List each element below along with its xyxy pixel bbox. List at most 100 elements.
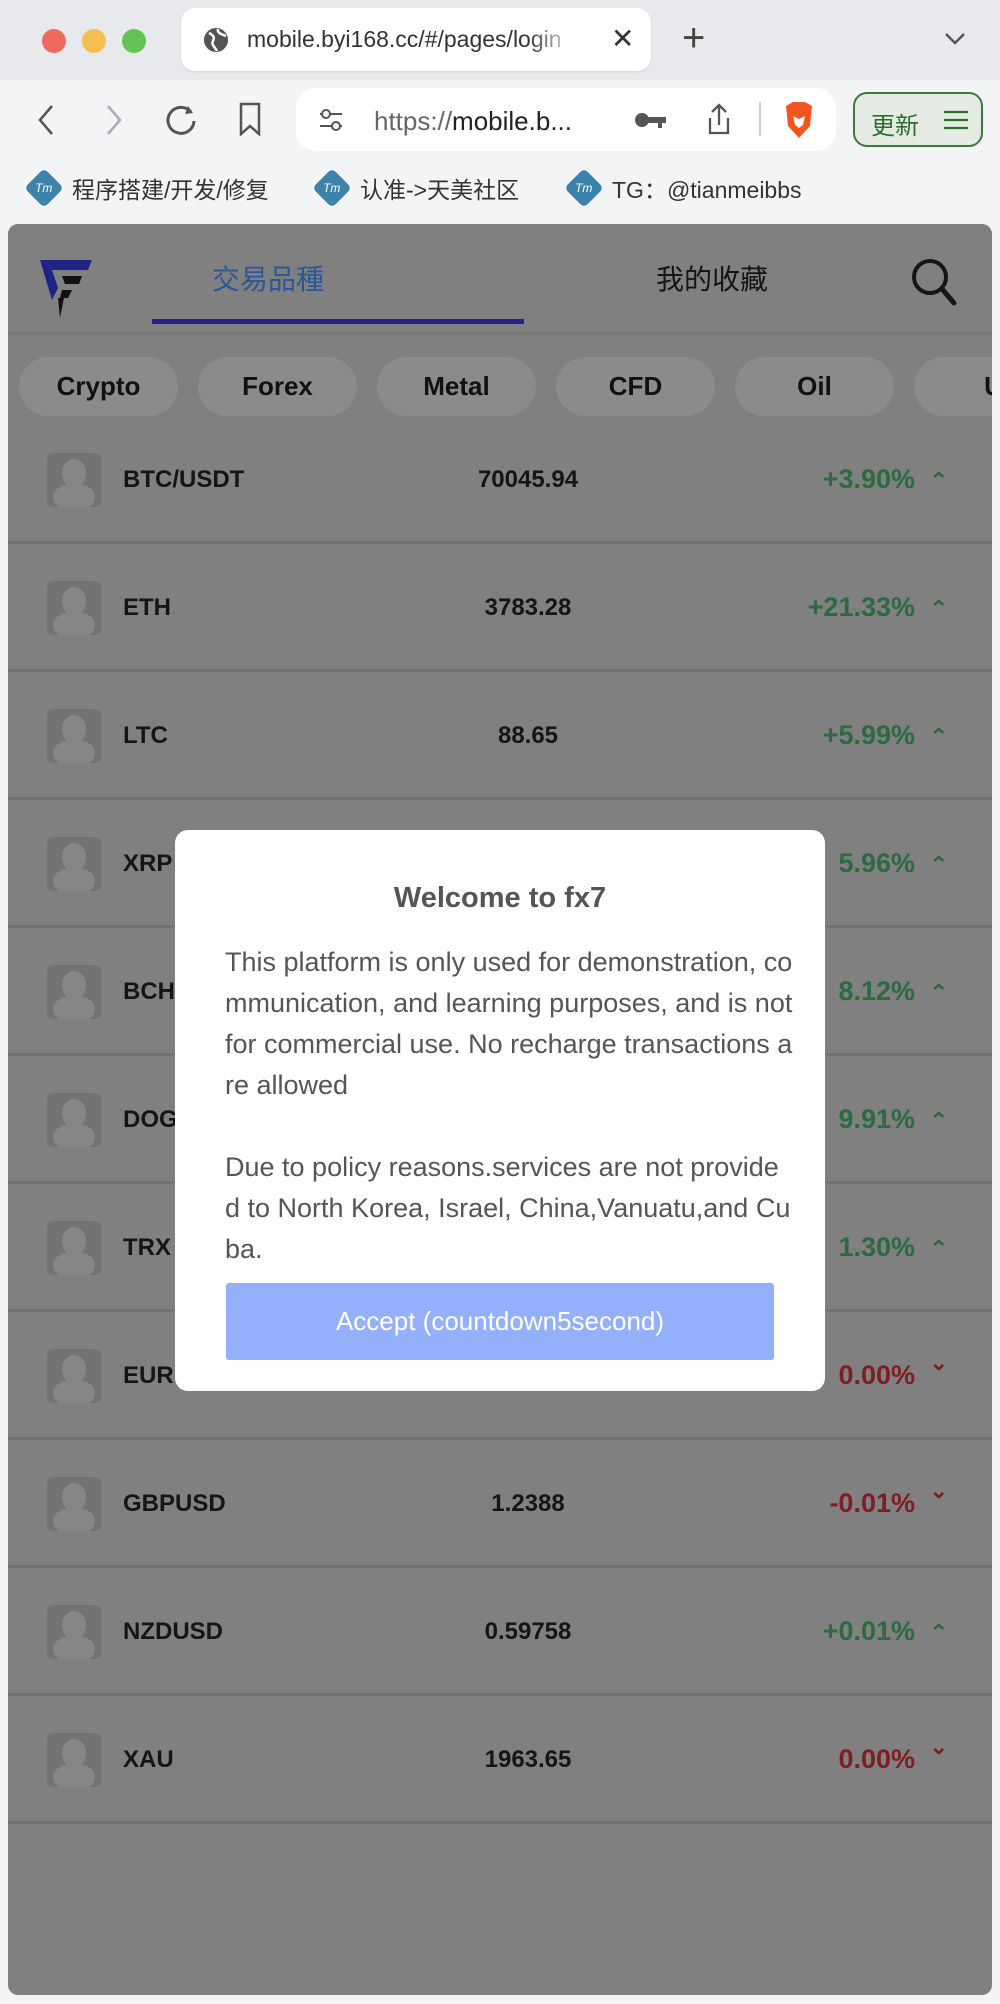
minimize-window-button[interactable] bbox=[82, 29, 106, 53]
bookmark-favicon-icon: Tm bbox=[24, 168, 64, 208]
search-icon[interactable] bbox=[910, 257, 958, 307]
instrument-row[interactable]: BTC/USDT 70045.94 +3.90% ⌃ bbox=[8, 416, 992, 544]
bookmark-favicon-icon: Tm bbox=[312, 168, 352, 208]
instrument-row[interactable]: NZDUSD 0.59758 +0.01% ⌃ bbox=[8, 1568, 992, 1696]
instrument-change: 1.30% bbox=[838, 1232, 915, 1262]
browser-tab-bar: mobile.byi168.cc/#/pages/login ✕ + bbox=[0, 0, 1000, 80]
instrument-change: 5.96% bbox=[838, 848, 915, 878]
instrument-price: 70045.94 bbox=[477, 466, 579, 493]
tab-trading-products[interactable]: 交易品種 bbox=[212, 258, 324, 298]
forward-icon[interactable] bbox=[104, 104, 124, 136]
category-chip[interactable]: Metal bbox=[377, 357, 536, 416]
zoom-window-button[interactable] bbox=[122, 29, 146, 53]
instrument-price: 88.65 bbox=[497, 722, 559, 749]
instrument-price: 1963.65 bbox=[484, 1746, 572, 1773]
url-text[interactable]: https://mobile.b... bbox=[374, 106, 572, 137]
category-chip[interactable]: Oil bbox=[735, 357, 894, 416]
update-label: 更新 bbox=[871, 113, 919, 140]
dialog-body: This platform is only used for demonstra… bbox=[225, 942, 793, 1270]
key-icon[interactable] bbox=[634, 110, 668, 130]
accept-button[interactable]: Accept (countdown5second) bbox=[226, 1283, 774, 1360]
chevron-up-icon: ⌃ bbox=[929, 1620, 948, 1645]
close-window-button[interactable] bbox=[42, 29, 66, 53]
close-tab-icon[interactable]: ✕ bbox=[611, 22, 634, 55]
bookmark-favicon-icon: Tm bbox=[564, 168, 604, 208]
instrument-change: 8.12% bbox=[838, 976, 915, 1006]
instrument-name: NZDUSD bbox=[123, 1618, 223, 1645]
instrument-row[interactable]: XAU 1963.65 0.00% ⌄ bbox=[8, 1696, 992, 1824]
instrument-price: 0.59758 bbox=[484, 1618, 572, 1645]
reload-icon[interactable] bbox=[164, 102, 198, 136]
category-chip[interactable]: CFD bbox=[556, 357, 715, 416]
chevron-down-icon: ⌄ bbox=[929, 1734, 948, 1759]
back-icon[interactable] bbox=[36, 104, 56, 136]
instrument-name: BCH bbox=[123, 978, 175, 1005]
address-bar[interactable]: https://mobile.b... bbox=[296, 88, 836, 151]
bookmark-label: 认准->天美社区 bbox=[360, 177, 520, 203]
instrument-change: -0.01% bbox=[829, 1488, 915, 1518]
divider bbox=[759, 102, 761, 136]
instrument-name: DOG bbox=[123, 1106, 178, 1133]
globe-icon bbox=[204, 28, 228, 52]
coin-avatar-icon bbox=[47, 837, 101, 891]
update-button[interactable]: 更新 bbox=[853, 92, 983, 147]
instrument-row[interactable]: GBPUSD 1.2388 -0.01% ⌄ bbox=[8, 1440, 992, 1568]
instrument-name: LTC bbox=[123, 722, 168, 749]
category-chip[interactable]: U bbox=[914, 357, 992, 416]
site-settings-icon[interactable] bbox=[318, 106, 344, 134]
bookmark-item[interactable]: Tm 认准->天美社区 bbox=[312, 168, 520, 208]
chevron-down-icon: ⌄ bbox=[929, 1478, 948, 1503]
chevron-up-icon: ⌃ bbox=[929, 1108, 948, 1133]
instrument-change: +0.01% bbox=[822, 1616, 915, 1646]
coin-avatar-icon bbox=[47, 1733, 101, 1787]
active-tab-indicator bbox=[152, 319, 524, 324]
instrument-row[interactable]: ETH 3783.28 +21.33% ⌃ bbox=[8, 544, 992, 672]
instrument-name: ETH bbox=[123, 594, 171, 621]
instrument-name: XRP bbox=[123, 850, 173, 877]
instrument-name: XAU bbox=[123, 1746, 174, 1773]
new-tab-icon[interactable]: + bbox=[682, 16, 705, 61]
instrument-change: +3.90% bbox=[822, 464, 915, 494]
instrument-name: GBPUSD bbox=[123, 1490, 226, 1517]
coin-avatar-icon bbox=[47, 1221, 101, 1275]
chevron-up-icon: ⌃ bbox=[929, 596, 948, 621]
chevron-up-icon: ⌃ bbox=[929, 980, 948, 1005]
tab-title: mobile.byi168.cc/#/pages/login bbox=[247, 26, 562, 52]
instrument-change: 0.00% bbox=[838, 1744, 915, 1774]
chevron-up-icon: ⌃ bbox=[929, 852, 948, 877]
tab-favorites[interactable]: 我的收藏 bbox=[656, 258, 768, 298]
instrument-change: 0.00% bbox=[838, 1360, 915, 1390]
url-host: mobile.b... bbox=[452, 106, 572, 136]
brave-shields-icon[interactable] bbox=[782, 100, 816, 140]
dialog-paragraph: Due to policy reasons.services are not p… bbox=[225, 1152, 791, 1264]
instrument-price: 1.2388 bbox=[491, 1490, 565, 1517]
dialog-title: Welcome to fx7 bbox=[393, 882, 607, 914]
instrument-name: EUR bbox=[123, 1362, 174, 1389]
bookmark-item[interactable]: Tm TG：@tianmeibbs bbox=[564, 168, 802, 208]
coin-avatar-icon bbox=[47, 1349, 101, 1403]
bookmark-label: 程序搭建/开发/修复 bbox=[72, 177, 269, 203]
category-chip[interactable]: Forex bbox=[198, 357, 357, 416]
share-icon[interactable] bbox=[706, 102, 732, 136]
instrument-row[interactable]: LTC 88.65 +5.99% ⌃ bbox=[8, 672, 992, 800]
coin-avatar-icon bbox=[47, 1477, 101, 1531]
instrument-change: +5.99% bbox=[822, 720, 915, 750]
app-header: 交易品種 我的收藏 bbox=[8, 224, 992, 335]
browser-tab[interactable]: mobile.byi168.cc/#/pages/login ✕ bbox=[181, 8, 651, 71]
category-chip[interactable]: Crypto bbox=[19, 357, 178, 416]
instrument-change: +21.33% bbox=[807, 592, 915, 622]
chevron-up-icon: ⌃ bbox=[929, 1236, 948, 1261]
instrument-name: TRX bbox=[123, 1234, 171, 1261]
chevron-down-icon[interactable] bbox=[944, 32, 966, 46]
category-chips: Crypto Forex Metal CFD Oil U bbox=[8, 357, 992, 416]
bookmark-item[interactable]: Tm 程序搭建/开发/修复 bbox=[24, 168, 269, 208]
coin-avatar-icon bbox=[47, 581, 101, 635]
chevron-down-icon: ⌄ bbox=[929, 1350, 948, 1375]
instrument-price: 3783.28 bbox=[484, 594, 572, 621]
coin-avatar-icon bbox=[47, 1605, 101, 1659]
url-scheme: https:// bbox=[374, 106, 453, 136]
bookmark-icon[interactable] bbox=[238, 102, 262, 136]
instrument-name: BTC/USDT bbox=[123, 466, 245, 493]
welcome-dialog: Welcome to fx7 This platform is only use… bbox=[175, 830, 825, 1391]
bookmark-label: TG：@tianmeibbs bbox=[612, 177, 802, 203]
